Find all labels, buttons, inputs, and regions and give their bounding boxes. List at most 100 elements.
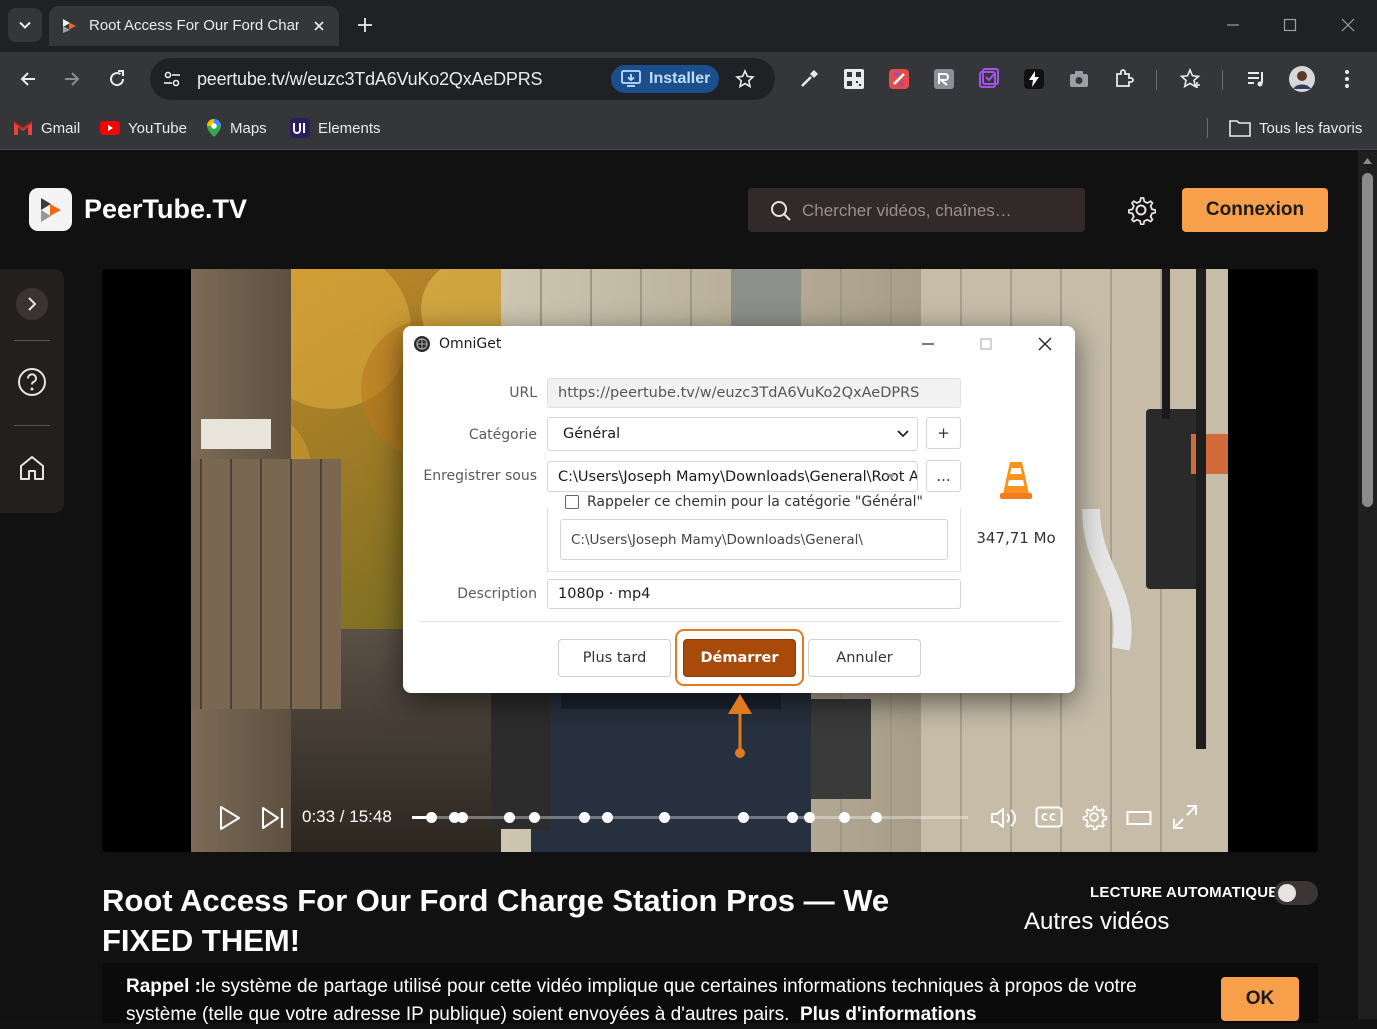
screenshot-extension-icon[interactable] [886,66,912,92]
tab-close-button[interactable] [309,16,329,36]
site-logo[interactable]: PeerTube.TV [29,188,247,231]
camera-extension-icon[interactable] [1066,66,1092,92]
help-button[interactable] [14,364,50,400]
description-field[interactable]: 1080p · mp4 [547,579,961,609]
maximize-button[interactable] [1275,10,1305,40]
chapter-marker[interactable] [787,812,798,823]
player-settings-button[interactable] [1081,804,1107,830]
url-text[interactable]: peertube.tv/w/euzc3TdA6VuKo2QxAeDPRS [197,69,543,90]
window-close-button[interactable] [1333,10,1363,40]
minimize-button[interactable] [1218,10,1248,40]
home-button[interactable] [14,450,50,486]
bookmark-maps[interactable]: Maps [206,116,267,140]
chapter-marker[interactable] [804,812,815,823]
color-picker-extension-icon[interactable] [796,66,822,92]
play-icon [220,806,240,830]
toolbar-separator [1222,70,1223,90]
next-video-button[interactable] [260,805,286,831]
other-videos-heading: Autres vidéos [1024,908,1170,935]
bookmark-elements[interactable]: Elements [290,116,381,140]
site-settings-icon[interactable] [162,69,182,89]
page-scrollbar[interactable] [1358,151,1377,1019]
help-icon [18,368,46,396]
reload-button[interactable] [102,64,132,94]
back-button[interactable] [13,64,43,94]
bookmark-gmail[interactable]: Gmail [13,116,80,140]
cancel-button[interactable]: Annuler [808,639,921,677]
more-info-link[interactable]: Plus d'informations [800,1004,977,1025]
save-path-value: C:\Users\Joseph Mamy\Downloads\General\R… [558,468,918,485]
chapter-marker[interactable] [426,812,437,823]
search-input[interactable]: Chercher vidéos, chaînes… [748,188,1085,232]
description-label: Description [457,586,537,602]
scroll-up-icon[interactable] [1362,157,1373,165]
chapter-marker[interactable] [579,812,590,823]
chapter-marker[interactable] [529,812,540,823]
remembered-path-field[interactable]: C:\Users\Joseph Mamy\Downloads\General\ [560,519,948,560]
address-bar[interactable]: peertube.tv/w/euzc3TdA6VuKo2QxAeDPRS Ins… [150,58,775,100]
browser-toolbar: peertube.tv/w/euzc3TdA6VuKo2QxAeDPRS Ins… [0,52,1377,106]
later-button[interactable]: Plus tard [558,639,671,677]
folder-icon [1229,120,1251,137]
start-button[interactable]: Démarrer [683,639,796,677]
progress-bar[interactable] [412,812,968,823]
bookmark-youtube[interactable]: YouTube [100,116,187,140]
volume-button[interactable] [990,805,1018,831]
new-tab-button[interactable] [352,12,378,38]
dialog-close-button[interactable] [1030,332,1060,356]
play-button[interactable] [218,805,242,831]
reading-list-star-icon[interactable] [1177,66,1203,92]
category-label: Catégorie [468,427,537,443]
chapter-marker[interactable] [659,812,670,823]
bolt-extension-icon[interactable] [1021,66,1047,92]
expand-sidebar-button[interactable] [14,286,50,322]
chapter-marker[interactable] [504,812,515,823]
peertube-favicon-icon [61,18,77,34]
resolve-extension-icon[interactable] [931,66,957,92]
add-category-button[interactable]: + [926,417,961,449]
tab-bar: Root Access For Our Ford Charge Station … [0,0,1377,52]
browser-tab[interactable]: Root Access For Our Ford Charge Station … [49,6,339,46]
bookmark-star-button[interactable] [735,69,755,89]
chapter-marker[interactable] [839,812,850,823]
fullscreen-button[interactable] [1172,804,1198,830]
login-button[interactable]: Connexion [1182,188,1328,232]
dialog-maximize-button[interactable] [971,332,1001,356]
chapter-marker[interactable] [457,812,468,823]
tab-title: Root Access For Our Ford Charge Station … [89,17,299,34]
install-app-button[interactable]: Installer [611,65,719,93]
save-path-combobox[interactable]: C:\Users\Joseph Mamy\Downloads\General\R… [547,461,918,492]
close-icon [314,21,324,31]
all-bookmarks-folder[interactable]: Tous les favoris [1229,116,1362,140]
gear-icon [1128,197,1156,225]
category-select[interactable]: Général [547,417,918,451]
tab-search-button[interactable] [8,8,42,42]
chapter-marker[interactable] [602,812,613,823]
dialog-minimize-button[interactable] [913,332,943,356]
notice-ok-button[interactable]: OK [1221,977,1299,1021]
forward-button[interactable] [57,64,87,94]
subtitles-button[interactable] [1035,806,1063,828]
theater-mode-icon [1126,811,1152,825]
remember-path-checkbox[interactable] [565,495,579,509]
remember-path-row[interactable]: Rappeler ce chemin pour la catégorie "Gé… [565,494,927,510]
chapter-marker[interactable] [738,812,749,823]
scrollbar-thumb[interactable] [1362,173,1373,507]
url-field[interactable]: https://peertube.tv/w/euzc3TdA6VuKo2QxAe… [547,378,961,408]
sidebar-separator [14,340,50,341]
settings-button[interactable] [1126,195,1156,225]
autoplay-toggle[interactable] [1274,881,1318,905]
browse-button[interactable]: ... [926,460,961,492]
extensions-puzzle-icon[interactable] [1111,66,1137,92]
toolbar-separator [1156,70,1157,90]
maps-pin-icon [207,119,221,137]
chapter-marker[interactable] [871,812,882,823]
theater-mode-button[interactable] [1126,809,1152,827]
profile-avatar[interactable] [1289,66,1315,92]
notice-text: Rappel :le système de partage utilisé po… [126,973,1206,1029]
p2p-notice-banner: Rappel :le système de partage utilisé po… [102,963,1318,1025]
qr-code-extension-icon[interactable] [841,66,867,92]
task-extension-icon[interactable] [976,66,1002,92]
media-control-icon[interactable] [1244,66,1270,92]
browser-menu-button[interactable] [1334,66,1360,92]
